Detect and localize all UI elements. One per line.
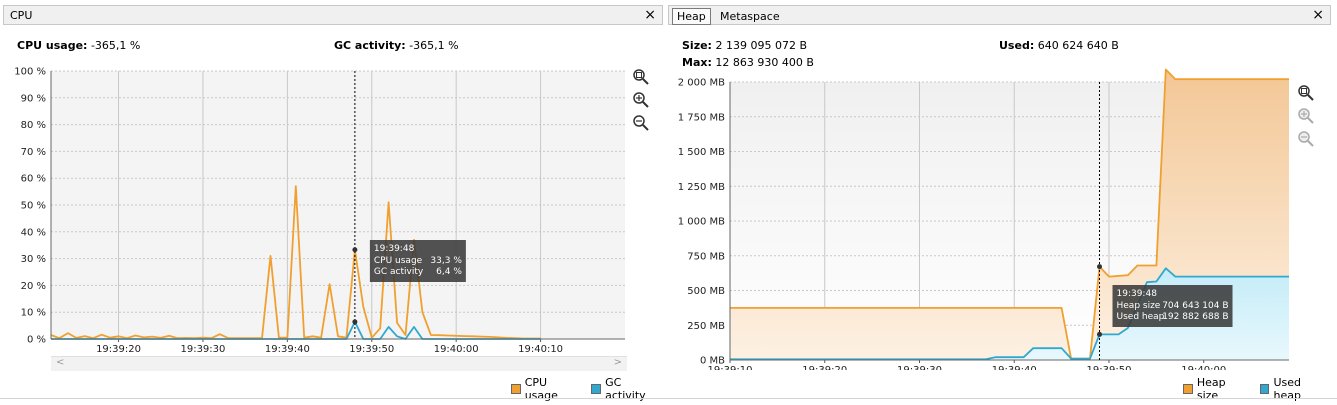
- cpu-tooltip-value: 6,4 %: [436, 267, 462, 277]
- zoom-out-icon[interactable]: [632, 114, 650, 132]
- used-heap-legend-swatch: [1259, 384, 1270, 394]
- heap-size-legend-swatch: [1183, 384, 1193, 394]
- heap-zoom-out-icon[interactable]: [1297, 130, 1315, 148]
- cpu-tooltip-label: CPU usage: [374, 256, 423, 266]
- cpu-x-tick-label: 19:39:50: [349, 344, 394, 355]
- cpu-y-tick-label: 30 %: [21, 254, 46, 265]
- cpu-x-tick-label: 19:40:00: [434, 344, 479, 355]
- cpu-y-tick-label: 80 %: [21, 120, 46, 131]
- scroll-right-arrow[interactable]: >: [614, 357, 622, 368]
- cpu-x-tick-label: 19:39:20: [96, 344, 141, 355]
- cpu-x-tick-label: 19:40:10: [518, 344, 563, 355]
- cpu-horizontal-scrollbar[interactable]: < >: [51, 356, 627, 371]
- gc-activity-legend-swatch: [591, 384, 602, 394]
- heap-y-tick-label: 1 750 MB: [678, 112, 725, 123]
- cpu-cursor-marker: [352, 247, 358, 253]
- heap-cursor-marker: [1097, 331, 1103, 337]
- heap-y-tick-label: 1 000 MB: [678, 217, 725, 228]
- heap-x-tick-label: 19:39:50: [1087, 365, 1132, 370]
- cpu-x-tick-label: 19:39:30: [180, 344, 225, 355]
- zoom-in-icon[interactable]: [632, 91, 650, 109]
- heap-x-tick-label: 19:39:10: [708, 365, 753, 370]
- heap-tooltip-value: 192 882 688 B: [1162, 312, 1228, 322]
- heap-tooltip-label: Used heap: [1117, 312, 1165, 322]
- cpu-y-tick-label: 40 %: [21, 227, 46, 238]
- cpu-y-tick-label: 10 %: [21, 308, 46, 319]
- heap-zoom-to-fit-icon[interactable]: [1297, 84, 1315, 102]
- cpu-y-tick-label: 90 %: [21, 93, 46, 104]
- cpu-panel: CPU × CPU usage: -365,1 % GC activity: -…: [3, 5, 663, 402]
- heap-chart[interactable]: 0 MB250 MB500 MB750 MB1 000 MB1 250 MB1 …: [668, 0, 1331, 370]
- heap-cursor-marker: [1097, 264, 1103, 270]
- heap-tooltip-time: 19:39:48: [1117, 289, 1158, 299]
- cpu-y-tick-label: 0 %: [27, 335, 46, 346]
- heap-x-tick-label: 19:40:00: [1181, 365, 1226, 370]
- heap-zoom-in-icon[interactable]: [1297, 107, 1315, 125]
- heap-y-tick-label: 500 MB: [687, 286, 725, 297]
- heap-y-tick-label: 250 MB: [687, 321, 725, 332]
- heap-y-tick-label: 1 250 MB: [678, 182, 725, 193]
- heap-y-tick-label: 1 500 MB: [678, 147, 725, 158]
- cpu-x-tick-label: 19:39:40: [265, 344, 310, 355]
- heap-y-tick-label: 750 MB: [687, 251, 725, 262]
- heap-tooltip-value: 704 643 104 B: [1162, 301, 1228, 311]
- cpu-plot-area: [51, 71, 625, 339]
- cpu-y-tick-label: 100 %: [14, 67, 46, 78]
- cpu-tooltip-label: GC activity: [374, 267, 424, 277]
- cpu-y-tick-label: 60 %: [21, 174, 46, 185]
- heap-x-tick-label: 19:39:40: [992, 365, 1037, 370]
- heap-tooltip-label: Heap size: [1117, 301, 1161, 311]
- heap-x-tick-label: 19:39:20: [802, 365, 847, 370]
- heap-x-tick-label: 19:39:30: [897, 365, 942, 370]
- scroll-left-arrow[interactable]: <: [56, 357, 64, 368]
- heap-panel: Heap Metaspace × Size: 2 139 095 072 B U…: [668, 5, 1331, 402]
- cpu-usage-legend-swatch: [511, 384, 521, 394]
- heap-y-tick-label: 2 000 MB: [678, 78, 725, 89]
- cpu-y-tick-label: 70 %: [21, 147, 46, 158]
- zoom-to-fit-icon[interactable]: [632, 68, 650, 86]
- cpu-y-tick-label: 50 %: [21, 201, 46, 212]
- cpu-cursor-marker: [352, 319, 358, 325]
- cpu-tooltip-value: 33,3 %: [430, 256, 462, 266]
- cpu-chart[interactable]: 0 % 10 % 20 % 30 % 40 % 50 % 60 % 70 % 80 % 90 % 1…: [3, 0, 663, 360]
- cpu-tooltip-time: 19:39:48: [374, 244, 415, 254]
- bottom-divider: [0, 398, 1337, 399]
- cpu-y-tick-label: 20 %: [21, 281, 46, 292]
